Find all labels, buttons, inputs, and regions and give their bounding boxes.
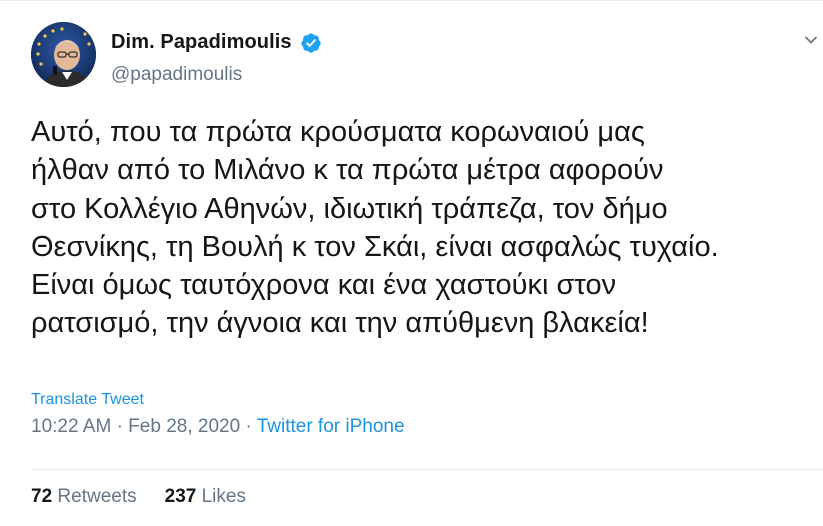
verified-badge-icon (300, 32, 322, 54)
meta-separator: · (245, 416, 252, 437)
display-name[interactable]: Dim. Papadimoulis (111, 31, 292, 54)
user-name-row: Dim. Papadimoulis (111, 31, 322, 54)
tweet-time[interactable]: 10:22 AM (31, 416, 111, 437)
tweet-stats: 72 Retweets 237 Likes (31, 486, 246, 508)
tweet-source-link[interactable]: Twitter for iPhone (257, 416, 405, 437)
tweet-card: Dim. Papadimoulis @papadimoulis Αυτό, πο… (0, 0, 823, 526)
likes-label: Likes (201, 486, 246, 507)
likes-count: 237 (164, 486, 197, 507)
retweets-count: 72 (31, 486, 53, 507)
tweet-text: Αυτό, που τα πρώτα κρούσματα κορωναιού μ… (31, 116, 719, 340)
user-handle[interactable]: @papadimoulis (111, 64, 242, 86)
retweets-label: Retweets (57, 486, 137, 507)
retweets-stat[interactable]: 72 Retweets (31, 486, 137, 507)
tweet-date[interactable]: Feb 28, 2020 (128, 416, 240, 437)
likes-stat[interactable]: 237 Likes (165, 486, 246, 507)
meta-separator: · (116, 416, 123, 437)
profile-photo (31, 22, 96, 87)
divider (31, 469, 823, 470)
chevron-down-icon[interactable] (801, 30, 821, 50)
tweet-meta: 10:22 AM · Feb 28, 2020 · Twitter for iP… (31, 416, 405, 438)
translate-tweet-link[interactable]: Translate Tweet (31, 391, 144, 409)
avatar[interactable] (31, 22, 96, 87)
